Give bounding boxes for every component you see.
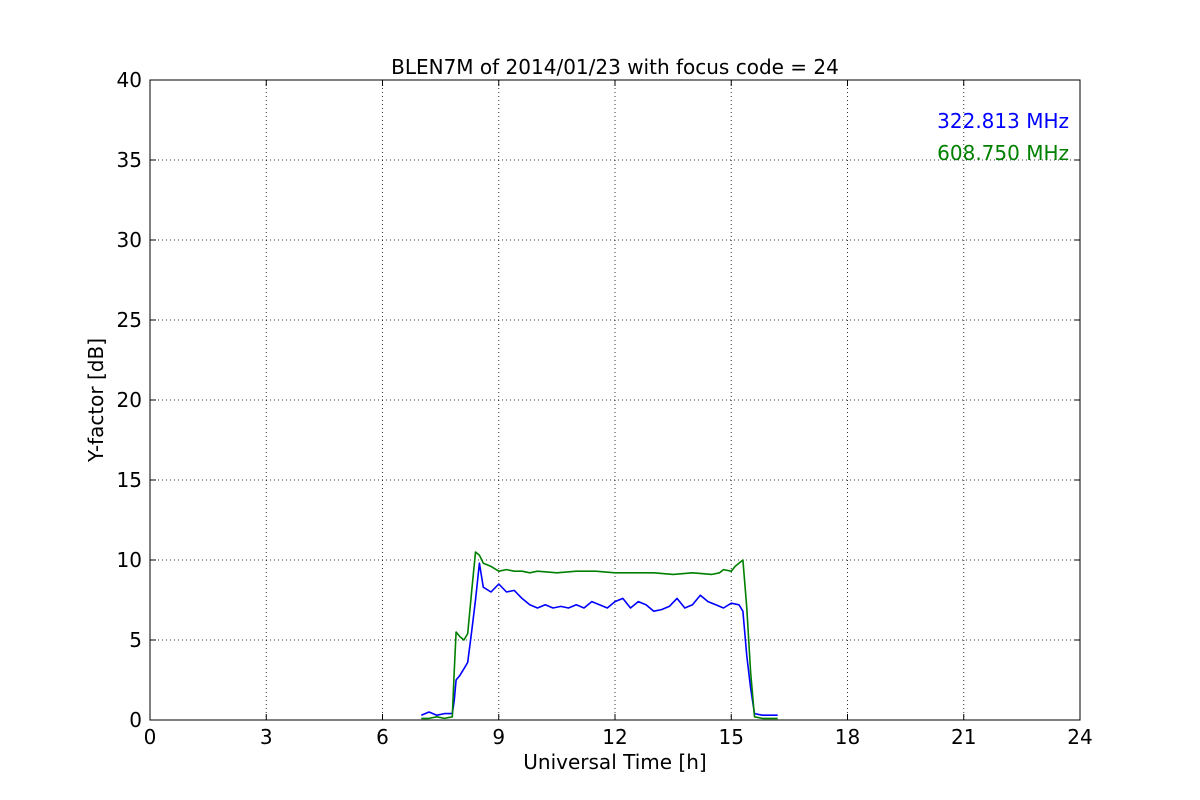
ticks: 0 3 6 9 12 15 18 21 24 0 5 10 15 20 25 30 35 40 <box>117 68 1093 749</box>
legend: 322.813 MHz 608.750 MHz <box>937 109 1069 165</box>
series-group <box>420 551 778 720</box>
x-tick-label: 21 <box>951 725 976 749</box>
y-tick-label: 35 <box>117 148 142 172</box>
grid <box>150 80 1080 720</box>
x-tick-label: 12 <box>602 725 627 749</box>
legend-entry: 608.750 MHz <box>937 141 1069 165</box>
x-tick-label: 24 <box>1067 725 1092 749</box>
x-tick-label: 15 <box>719 725 744 749</box>
y-tick-label: 5 <box>129 628 142 652</box>
y-factor-chart: BLEN7M of 2014/01/23 with focus code = 2… <box>84 55 1093 774</box>
y-tick-label: 25 <box>117 308 142 332</box>
series-line-2 <box>421 551 778 720</box>
x-tick-label: 9 <box>492 725 505 749</box>
y-tick-label: 0 <box>129 708 142 732</box>
y-tick-label: 15 <box>117 468 142 492</box>
y-tick-label: 10 <box>117 548 142 572</box>
chart-title: BLEN7M of 2014/01/23 with focus code = 2… <box>391 55 839 79</box>
x-axis-label: Universal Time [h] <box>523 750 706 774</box>
series-line-1 <box>420 562 778 716</box>
y-tick-label: 40 <box>117 68 142 92</box>
y-tick-label: 20 <box>117 388 142 412</box>
y-axis-label: Y-factor [dB] <box>84 338 108 463</box>
x-tick-label: 0 <box>144 725 157 749</box>
legend-entry: 322.813 MHz <box>937 109 1069 133</box>
y-tick-label: 30 <box>117 228 142 252</box>
x-tick-label: 3 <box>260 725 273 749</box>
x-tick-label: 6 <box>376 725 389 749</box>
x-tick-label: 18 <box>835 725 860 749</box>
